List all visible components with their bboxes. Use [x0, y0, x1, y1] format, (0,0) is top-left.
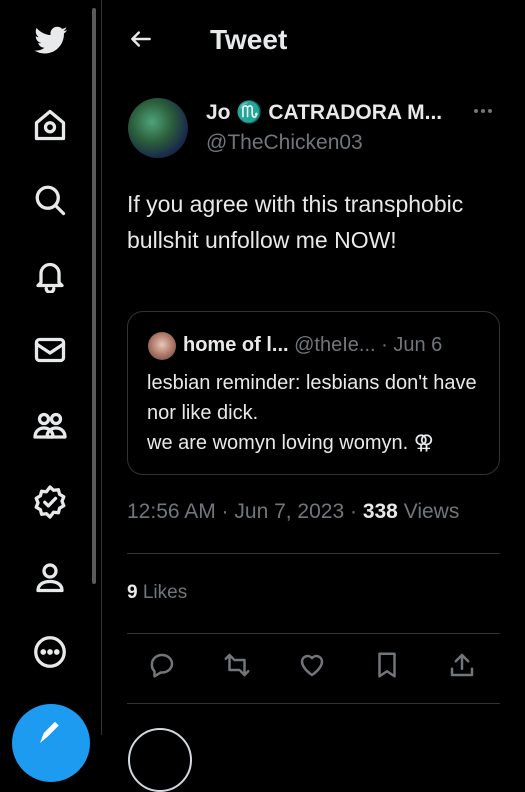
author-handle[interactable]: @TheChicken03	[206, 131, 363, 155]
quoted-author-avatar	[148, 332, 176, 360]
quoted-tweet-card[interactable]: home of l... @theIe... · Jun 6 lesbian r…	[127, 311, 500, 475]
quoted-author-handle: @theIe...	[288, 334, 376, 356]
tweet-text: If you agree with this transphobic bulls…	[127, 191, 464, 253]
divider	[127, 553, 500, 554]
more-dots-icon[interactable]	[474, 100, 500, 126]
share-icon[interactable]	[447, 650, 481, 684]
messages-envelope-icon[interactable]	[30, 330, 70, 370]
profile-icon[interactable]	[30, 557, 70, 597]
back-arrow-icon[interactable]	[128, 26, 158, 56]
author-avatar[interactable]	[128, 98, 188, 158]
quoted-text-line-2: we are womyn loving womyn. ⚢	[147, 432, 434, 454]
communities-icon[interactable]	[30, 405, 70, 445]
tweet-metadata: 12:56 AM · Jun 7, 2023 · 338 Views	[127, 500, 459, 524]
views-count: 338	[362, 500, 398, 523]
reply-icon[interactable]	[147, 650, 181, 684]
likes-label: Likes	[137, 582, 188, 603]
tweet-timestamp[interactable]: 12:56 AM · Jun 7, 2023 ·	[127, 500, 363, 523]
page-title: Tweet	[210, 24, 288, 55]
more-options-icon[interactable]	[30, 632, 70, 672]
divider	[127, 633, 500, 634]
twitter-logo-icon[interactable]	[30, 20, 70, 60]
tweet-detail: Tweet Jo ♏ CATRADORA M... @TheChicken03 …	[102, 0, 525, 792]
reply-composer-avatar	[128, 728, 192, 792]
divider	[127, 703, 500, 704]
quoted-tweet-text: lesbian reminder: lesbians don't have no…	[147, 368, 487, 458]
scrollbar[interactable]	[92, 8, 96, 584]
quoted-author-name: home of l...	[183, 334, 289, 356]
likes-stat[interactable]: 9 Likes	[127, 582, 187, 604]
views-label: Views	[397, 500, 460, 523]
sidebar-nav	[0, 0, 100, 782]
home-icon[interactable]	[30, 105, 70, 145]
notifications-bell-icon[interactable]	[30, 255, 70, 295]
likes-count: 9	[127, 582, 138, 603]
verified-icon[interactable]	[30, 482, 70, 522]
quoted-tweet-date: · Jun 6	[375, 334, 443, 356]
compose-tweet-button[interactable]	[12, 704, 90, 782]
like-heart-icon[interactable]	[297, 650, 331, 684]
retweet-icon[interactable]	[222, 650, 256, 684]
bookmark-icon[interactable]	[372, 650, 406, 684]
compose-feather-icon	[37, 721, 59, 743]
search-icon[interactable]	[30, 180, 70, 220]
author-display-name[interactable]: Jo ♏ CATRADORA M...	[206, 101, 442, 125]
quoted-text-line-1: lesbian reminder: lesbians don't have no…	[147, 372, 477, 424]
quoted-tweet-header: home of l... @theIe... · Jun 6	[183, 334, 442, 357]
